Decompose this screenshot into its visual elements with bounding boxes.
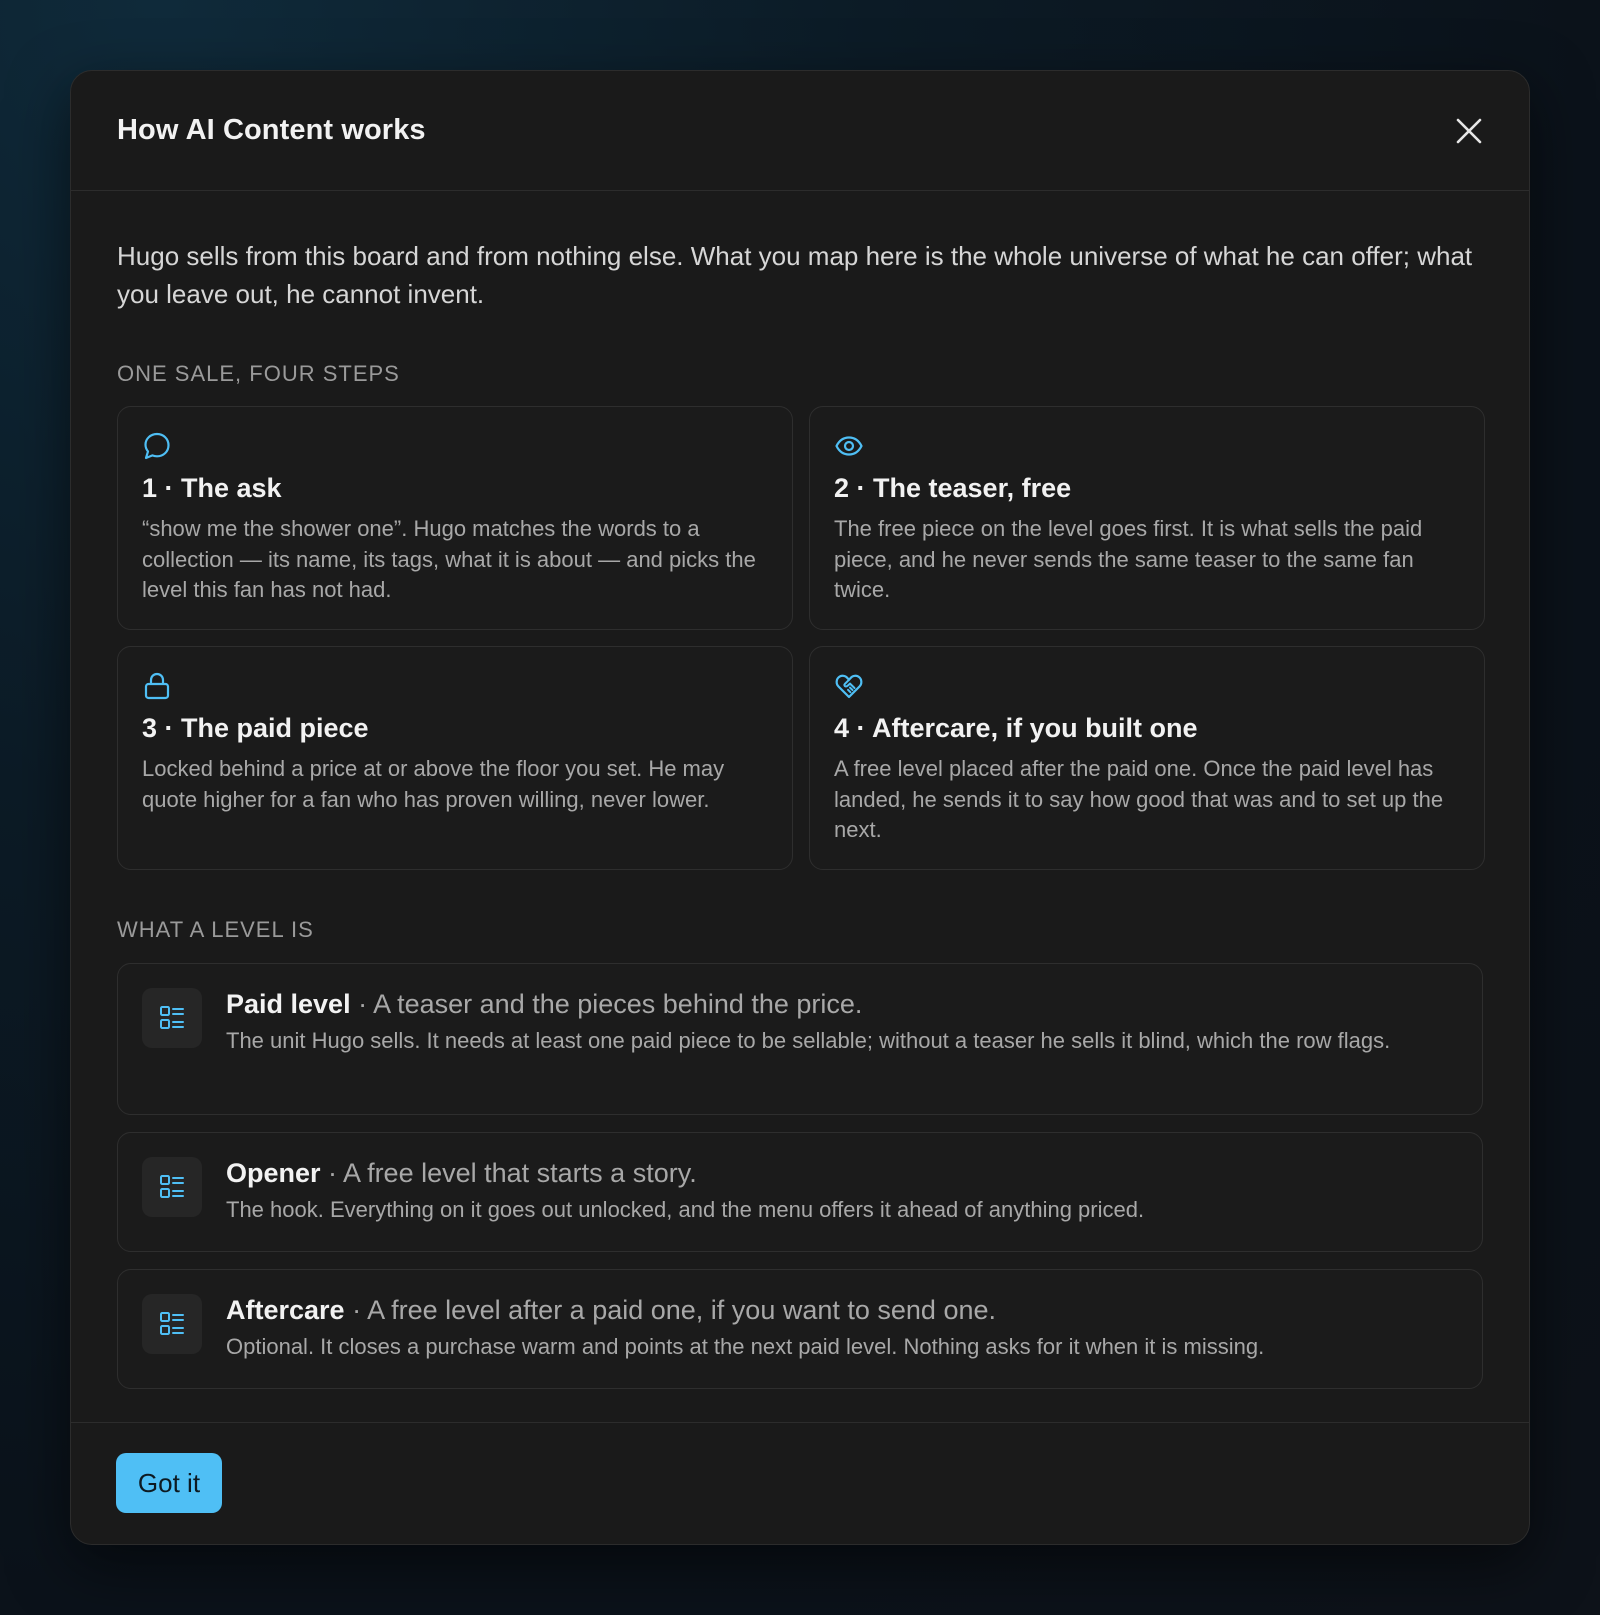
levels-section-label: WHAT A LEVEL IS <box>117 917 314 942</box>
step-card-paid-piece: 3 · The paid piece Locked behind a price… <box>117 646 793 870</box>
heart-handshake-icon <box>835 674 863 699</box>
dialog-footer: Got it <box>71 1422 1529 1544</box>
step-text: A free level placed after the paid one. … <box>834 756 1444 842</box>
level-heading: Aftercare · A free level after a paid on… <box>226 1294 1458 1326</box>
step-text: Locked behind a price at or above the fl… <box>142 756 725 812</box>
close-icon <box>1456 118 1482 143</box>
step-title: 3 · The paid piece <box>142 713 369 743</box>
level-summary: A teaser and the pieces behind the price… <box>373 989 863 1019</box>
step-text: The free piece on the level goes first. … <box>834 516 1423 602</box>
level-content: Paid level · A teaser and the pieces beh… <box>226 988 1458 1114</box>
level-icon-container <box>142 988 202 1048</box>
intro-text: Hugo sells from this board and from noth… <box>117 241 1473 309</box>
step-card-aftercare: 4 · Aftercare, if you built one A free l… <box>809 646 1485 870</box>
level-description: The hook. Everything on it goes out unlo… <box>226 1197 1145 1222</box>
level-card-aftercare: Aftercare · A free level after a paid on… <box>117 1269 1483 1389</box>
list-layout-icon <box>160 1175 184 1198</box>
got-it-button[interactable]: Got it <box>116 1453 222 1513</box>
close-button[interactable] <box>1449 111 1489 151</box>
level-separator: · <box>350 989 374 1019</box>
dialog-body: Hugo sells from this board and from noth… <box>71 191 1529 1389</box>
step-card-teaser: 2 · The teaser, free The free piece on t… <box>809 406 1485 630</box>
lock-icon <box>144 672 170 700</box>
how-it-works-dialog: How AI Content works Hugo sells from thi… <box>70 70 1530 1545</box>
level-description: The unit Hugo sells. It needs at least o… <box>226 1028 1391 1053</box>
level-summary: A free level after a paid one, if you wa… <box>367 1295 996 1325</box>
level-card-paid: Paid level · A teaser and the pieces beh… <box>117 963 1483 1115</box>
dialog-header: How AI Content works <box>71 71 1529 191</box>
eye-icon <box>835 436 863 456</box>
list-layout-icon <box>160 1006 184 1029</box>
level-summary: A free level that starts a story. <box>343 1158 697 1188</box>
level-name: Aftercare <box>226 1295 345 1325</box>
level-description: Optional. It closes a purchase warm and … <box>226 1334 1265 1359</box>
level-separator: · <box>320 1158 344 1188</box>
dialog-title: How AI Content works <box>117 114 426 146</box>
level-content: Aftercare · A free level after a paid on… <box>226 1294 1458 1388</box>
chat-bubble-icon <box>144 432 170 460</box>
steps-grid: 1 · The ask “show me the shower one”. Hu… <box>117 406 1485 870</box>
level-name: Opener <box>226 1158 321 1188</box>
steps-section-label: ONE SALE, FOUR STEPS <box>117 361 400 386</box>
step-title: 2 · The teaser, free <box>834 473 1072 503</box>
level-name: Paid level <box>226 989 351 1019</box>
level-heading: Paid level · A teaser and the pieces beh… <box>226 988 1458 1020</box>
level-content: Opener · A free level that starts a stor… <box>226 1157 1458 1251</box>
step-text: “show me the shower one”. Hugo matches t… <box>142 516 756 602</box>
level-separator: · <box>344 1295 368 1325</box>
list-layout-icon <box>160 1312 184 1335</box>
level-icon-container <box>142 1157 202 1217</box>
step-card-ask: 1 · The ask “show me the shower one”. Hu… <box>117 406 793 630</box>
level-heading: Opener · A free level that starts a stor… <box>226 1157 1458 1189</box>
level-icon-container <box>142 1294 202 1354</box>
level-card-opener: Opener · A free level that starts a stor… <box>117 1132 1483 1252</box>
levels-list: Paid level · A teaser and the pieces beh… <box>117 963 1483 1389</box>
step-title: 4 · Aftercare, if you built one <box>834 713 1198 743</box>
step-title: 1 · The ask <box>142 473 282 503</box>
